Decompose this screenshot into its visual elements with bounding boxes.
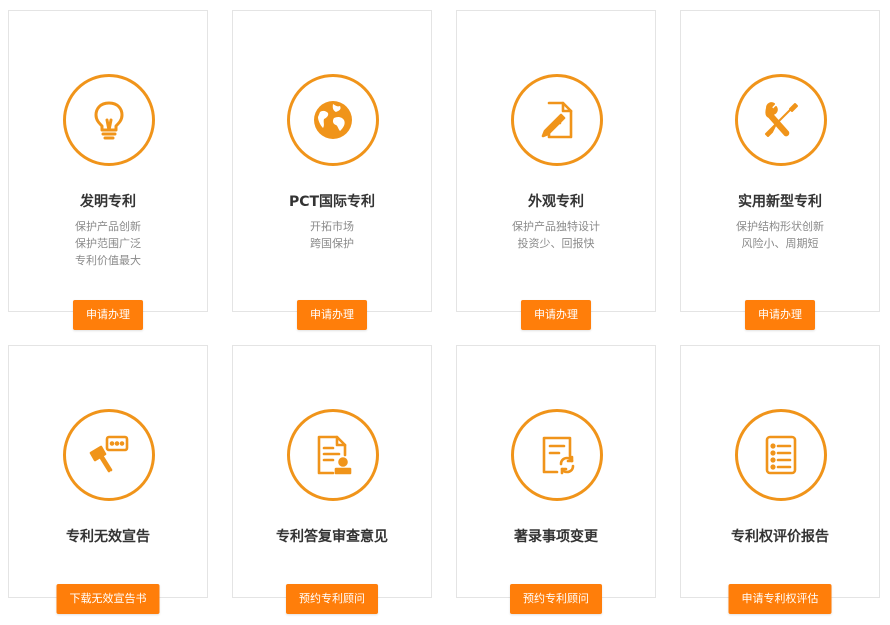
gavel-chat-icon bbox=[89, 435, 129, 473]
card-title: 著录事项变更 bbox=[514, 529, 598, 545]
icon-ring bbox=[511, 409, 603, 501]
desc-line: 保护结构形状创新 bbox=[736, 220, 824, 233]
desc-line: 保护范围广泛 bbox=[75, 237, 141, 250]
icon-ring bbox=[287, 74, 379, 166]
document-stamp-icon bbox=[317, 435, 352, 475]
service-card-invalidation[interactable]: 专利无效宣告 下载无效宣告书 bbox=[8, 345, 208, 614]
icon-ring bbox=[735, 74, 827, 166]
desc-line: 跨国保护 bbox=[310, 237, 354, 250]
card-title: 实用新型专利 bbox=[738, 194, 822, 210]
paint-brush-document-icon bbox=[541, 101, 573, 139]
service-card-invention[interactable]: 发明专利 保护产品创新 保护范围广泛 专利价值最大 申请办理 bbox=[8, 10, 208, 330]
service-card-utility-model[interactable]: 实用新型专利 保护结构形状创新 风险小、周期短 申请办理 bbox=[680, 10, 880, 330]
desc-line: 风险小、周期短 bbox=[741, 237, 819, 250]
apply-button[interactable]: 申请办理 bbox=[73, 300, 143, 330]
checklist-report-icon bbox=[765, 435, 797, 475]
apply-button[interactable]: 申请办理 bbox=[745, 300, 815, 330]
document-refresh-icon bbox=[542, 436, 575, 475]
card-description: 开拓市场 跨国保护 bbox=[233, 218, 431, 252]
card-description: 保护结构形状创新 风险小、周期短 bbox=[681, 218, 879, 252]
desc-line: 保护产品独特设计 bbox=[512, 220, 600, 233]
card-title: 专利答复审查意见 bbox=[276, 529, 388, 545]
card-title: 专利权评价报告 bbox=[731, 529, 829, 545]
service-card-office-action[interactable]: 专利答复审查意见 预约专利顾问 bbox=[232, 345, 432, 614]
apply-button[interactable]: 申请办理 bbox=[521, 300, 591, 330]
globe-icon bbox=[314, 101, 352, 139]
book-consultant-button[interactable]: 预约专利顾问 bbox=[510, 584, 602, 614]
service-card-pct[interactable]: PCT国际专利 开拓市场 跨国保护 申请办理 bbox=[232, 10, 432, 330]
icon-ring bbox=[511, 74, 603, 166]
lightbulb-icon bbox=[94, 101, 124, 140]
card-description: 保护产品创新 保护范围广泛 专利价值最大 bbox=[9, 218, 207, 269]
icon-ring bbox=[63, 74, 155, 166]
service-card-record-change[interactable]: 著录事项变更 预约专利顾问 bbox=[456, 345, 656, 614]
service-card-design[interactable]: 外观专利 保护产品独特设计 投资少、回报快 申请办理 bbox=[456, 10, 656, 330]
desc-line: 开拓市场 bbox=[310, 220, 354, 233]
card-title: 外观专利 bbox=[528, 194, 584, 210]
service-card-evaluation-report[interactable]: 专利权评价报告 申请专利权评估 bbox=[680, 345, 880, 614]
apply-evaluation-button[interactable]: 申请专利权评估 bbox=[728, 584, 832, 614]
desc-line: 投资少、回报快 bbox=[517, 237, 595, 250]
download-button[interactable]: 下载无效宣告书 bbox=[56, 584, 160, 614]
icon-ring bbox=[287, 409, 379, 501]
icon-ring bbox=[63, 409, 155, 501]
desc-line: 保护产品创新 bbox=[75, 220, 141, 233]
apply-button[interactable]: 申请办理 bbox=[297, 300, 367, 330]
book-consultant-button[interactable]: 预约专利顾问 bbox=[286, 584, 378, 614]
wrench-screwdriver-icon bbox=[765, 102, 798, 137]
desc-line: 专利价值最大 bbox=[75, 254, 141, 267]
card-description: 保护产品独特设计 投资少、回报快 bbox=[457, 218, 655, 252]
card-title: PCT国际专利 bbox=[288, 194, 376, 210]
icon-ring bbox=[735, 409, 827, 501]
card-title: 专利无效宣告 bbox=[66, 529, 150, 545]
card-title: 发明专利 bbox=[80, 194, 136, 210]
